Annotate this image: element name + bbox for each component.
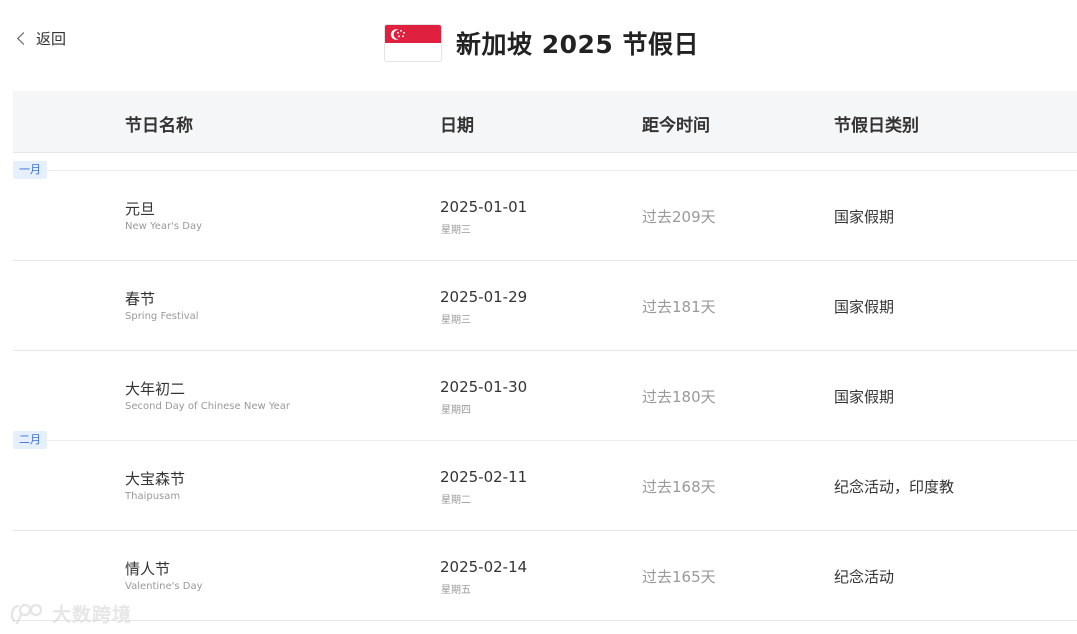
holiday-name-en: Valentine's Day [125, 581, 203, 592]
column-header-category: 节假日类别 [834, 116, 919, 136]
singapore-flag-icon [384, 24, 442, 62]
page-header: 新加坡 2025 节假日 [0, 24, 1077, 62]
time-since: 过去181天 [642, 298, 716, 316]
holiday-weekday: 星期四 [441, 405, 471, 416]
holiday-category: 纪念活动，印度教 [834, 478, 955, 496]
watermark: 大数跨境 [8, 600, 132, 627]
holiday-name: 元旦 [125, 200, 156, 218]
holiday-name-en: New Year's Day [125, 221, 203, 232]
table-row[interactable]: 春节 Spring Festival 2025-01-29 星期三 过去181天… [13, 261, 1077, 351]
table-row[interactable]: 大年初二 Second Day of Chinese New Year 2025… [13, 351, 1077, 441]
holiday-category: 国家假期 [834, 388, 895, 406]
holiday-weekday: 星期二 [441, 495, 471, 506]
column-header-time-since: 距今时间 [642, 116, 710, 136]
holiday-name-en: Second Day of Chinese New Year [125, 401, 291, 412]
holiday-date: 2025-02-14 [440, 558, 528, 576]
holiday-date: 2025-01-29 [440, 288, 528, 306]
holiday-name: 大宝森节 [125, 470, 186, 488]
holiday-name: 大年初二 [125, 380, 186, 398]
holiday-category: 国家假期 [834, 298, 895, 316]
watermark-text: 大数跨境 [52, 604, 133, 626]
table-row[interactable]: 元旦 New Year's Day 2025-01-01 星期三 过去209天 … [13, 171, 1077, 261]
time-since: 过去168天 [642, 478, 716, 496]
holiday-date: 2025-01-30 [440, 378, 528, 396]
holiday-name-en: Thaipusam [125, 491, 181, 502]
holiday-name-en: Spring Festival [125, 311, 199, 322]
time-since: 过去180天 [642, 388, 716, 406]
page-title: 新加坡 2025 节假日 [456, 30, 699, 59]
time-since: 过去209天 [642, 208, 716, 226]
holiday-category: 纪念活动 [834, 568, 895, 586]
holiday-category: 国家假期 [834, 208, 895, 226]
table-header: 节日名称 日期 距今时间 节假日类别 [13, 91, 1077, 153]
table-row[interactable]: 情人节 Valentine's Day 2025-02-14 星期五 过去165… [13, 531, 1077, 621]
holiday-weekday: 星期三 [441, 315, 471, 326]
holiday-name: 春节 [125, 290, 156, 308]
holiday-weekday: 星期三 [441, 225, 471, 236]
holiday-name: 情人节 [125, 560, 171, 578]
column-header-name: 节日名称 [125, 116, 193, 136]
logo-icon [10, 603, 43, 624]
time-since: 过去165天 [642, 568, 716, 586]
column-header-date: 日期 [440, 116, 474, 136]
holiday-date: 2025-02-11 [440, 468, 528, 486]
table-row[interactable]: 大宝森节 Thaipusam 2025-02-11 星期二 过去168天 纪念活… [13, 441, 1077, 531]
holiday-weekday: 星期五 [441, 585, 471, 596]
holiday-date: 2025-01-01 [440, 198, 528, 216]
